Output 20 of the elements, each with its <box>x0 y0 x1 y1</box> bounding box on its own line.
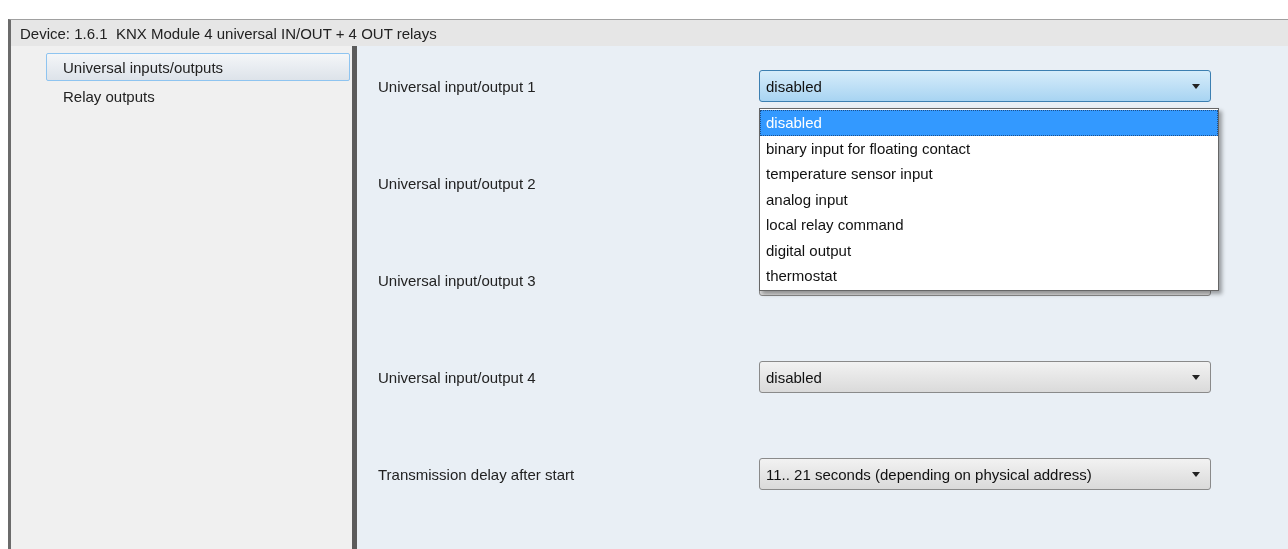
parameter-label: Universal input/output 3 <box>378 271 537 289</box>
dropdown-field[interactable]: 11.. 21 seconds (depending on physical address) <box>759 458 1211 490</box>
dropdown-option[interactable]: thermostat <box>760 263 1218 289</box>
dropdown-option[interactable]: local relay command <box>760 212 1218 238</box>
caret-icon <box>1192 374 1200 380</box>
parameter-label: Universal input/output 2 <box>378 174 537 192</box>
dropdown-option[interactable]: analog input <box>760 186 1218 212</box>
caret-icon <box>1192 471 1200 477</box>
dropdown-field[interactable]: disabled <box>759 361 1211 393</box>
parameter-label: Universal input/output 1 <box>378 77 537 95</box>
sidebar-item[interactable]: Relay outputs <box>46 82 350 110</box>
dropdown-option[interactable]: binary input for floating contact <box>760 135 1218 161</box>
caret-icon <box>1192 83 1200 89</box>
sidebar-item[interactable]: Universal inputs/outputs <box>46 53 350 81</box>
window-title: Device: 1.6.1 KNX Module 4 universal IN/OUT + 4 OUT relays <box>19 23 438 44</box>
dropdown-option[interactable]: digital output <box>760 237 1218 263</box>
dropdown-field[interactable]: disabled <box>759 70 1211 102</box>
parameter-label: Transmission delay after start <box>378 465 576 483</box>
parameter-label: Universal input/output 4 <box>378 368 537 386</box>
dropdown-option[interactable]: temperature sensor input <box>760 161 1218 187</box>
